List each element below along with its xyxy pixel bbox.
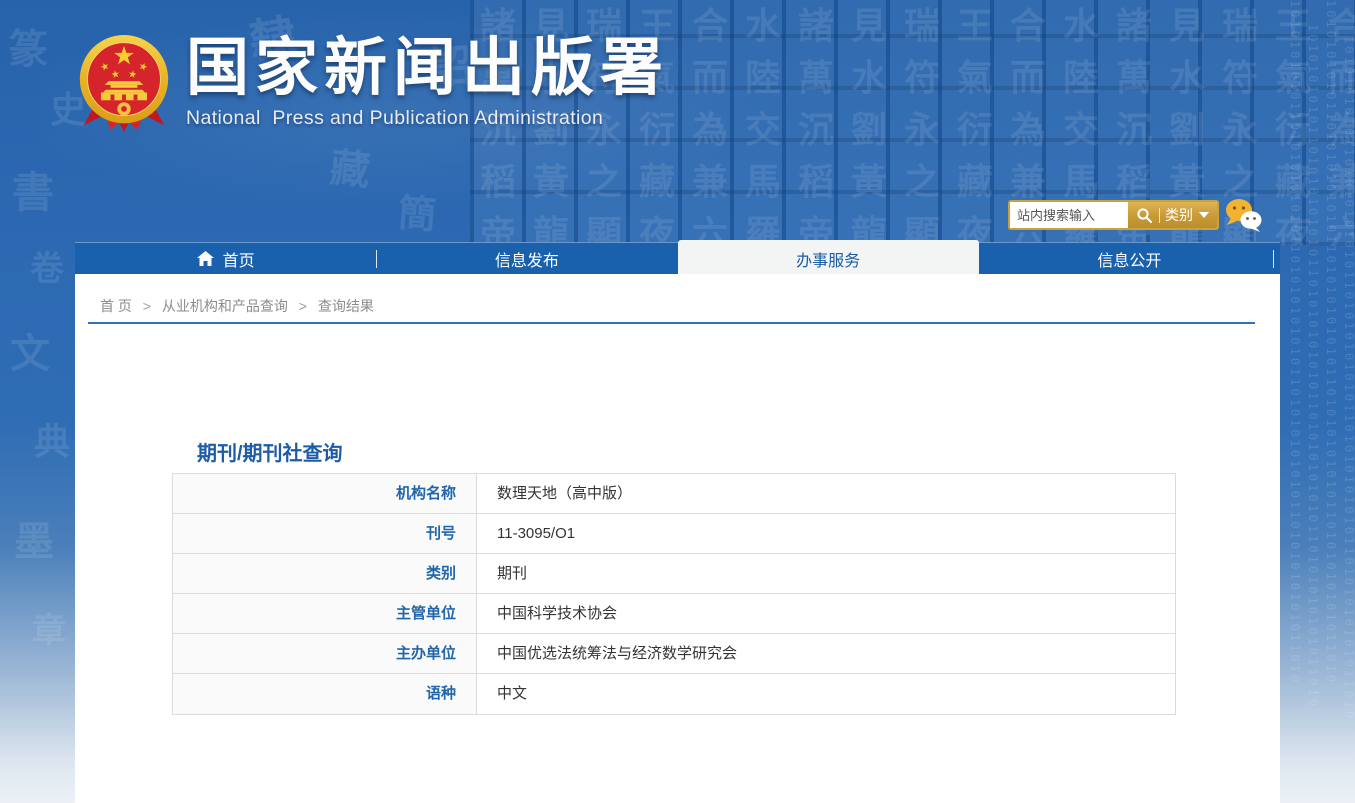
table-row: 语种 中文 [173,674,1175,714]
national-emblem-logo [79,35,169,132]
row-label: 机构名称 [173,474,477,513]
result-table: 机构名称 数理天地（高中版） 刊号 11-3095/O1 类别 期刊 主管单位 … [172,473,1176,715]
breadcrumb: 首 页 > 从业机构和产品查询 > 查询结果 [100,296,374,316]
seal-watermark-glyph: 簡 [396,192,438,238]
breadcrumb-home[interactable]: 首 页 [100,298,132,314]
search-controls: 类别 [1128,202,1217,228]
seal-watermark-glyph: 典 [34,421,71,462]
nav-divider [376,250,377,268]
brand-home-link[interactable]: 国家新闻出版署 National Press and Publication A… [76,30,669,136]
table-row: 类别 期刊 [173,554,1175,594]
breadcrumb-rule [88,322,1255,324]
row-label: 刊号 [173,514,477,553]
row-label: 类别 [173,554,477,593]
site-search: 类别 [1008,200,1219,230]
seal-watermark-glyph: 篆 [8,28,48,72]
nav-item-services[interactable]: 办事服务 [677,240,979,274]
seal-watermark-glyph: 文 [10,332,50,376]
search-input[interactable] [1010,202,1128,228]
home-icon [196,251,214,266]
search-button[interactable] [1132,207,1157,224]
row-value: 数理天地（高中版） [497,485,633,502]
category-label: 类别 [1165,207,1193,223]
seal-watermark-glyph: 書 [12,169,55,216]
seal-watermark-glyph: 墨 [14,520,54,564]
row-label: 主管单位 [173,594,477,633]
binary-watermark-column: 1010101010110101010101011010101010101101… [1288,0,1302,686]
binary-watermark-column: 1010101010110101010101011010101010101101… [1324,0,1338,686]
breadcrumb-query[interactable]: 从业机构和产品查询 [162,298,288,314]
nav-item-label: 首页 [222,252,255,270]
page-title: 期刊/期刊社查询 [197,442,343,465]
nav-divider [1273,250,1274,268]
wechat-icon[interactable] [1224,197,1264,233]
table-row: 刊号 11-3095/O1 [173,514,1175,554]
table-row: 主管单位 中国科学技术协会 [173,594,1175,634]
table-row: 主办单位 中国优选法统筹法与经济数学研究会 [173,634,1175,674]
nav-item-news[interactable]: 信息发布 [376,243,677,274]
search-icon [1137,207,1152,223]
binary-watermark-column: 1010101010110101010101011010101010101101… [1306,24,1320,710]
seal-watermark-glyph: 章 [32,612,66,650]
chevron-down-icon [1199,212,1209,218]
page: 諸見瑞王合水諸見瑞王合水諸見瑞王合水 萬水符氣而陸萬水符氣而陸萬水符氣而陸 沉劉… [0,0,1355,803]
content-panel: 首 页 > 从业机构和产品查询 > 查询结果 期刊/期刊社查询 机构名称 数理天… [75,274,1280,803]
site-title: 国家新闻出版署 [186,33,669,103]
nav-item-home[interactable]: 首页 [75,243,376,274]
row-value: 11-3095/O1 [497,525,576,542]
nav-item-label: 信息发布 [494,252,559,270]
brand-text: 国家新闻出版署 National Press and Publication A… [186,30,669,136]
row-label: 主办单位 [173,634,477,673]
breadcrumb-separator: > [142,298,151,314]
nav-item-disclosure[interactable]: 信息公开 [979,243,1280,274]
main-nav: 首页 信息发布 办事服务 信息公开 [75,240,1280,274]
binary-watermark-column: 1010101010110101010101011010101010101101… [1342,36,1355,722]
search-divider [1159,207,1160,223]
seal-tile-row: 稻黃之藏兼馬稻黃之藏兼馬稻黃之藏兼馬 [480,161,1355,202]
seal-watermark-glyph: 卷 [30,250,64,288]
nav-item-label: 办事服务 [796,252,861,270]
site-subtitle: National Press and Publication Administr… [186,107,604,130]
category-dropdown[interactable]: 类别 [1165,205,1209,225]
row-label: 语种 [173,674,477,714]
row-value: 期刊 [497,565,528,582]
seal-watermark-glyph: 藏 [327,146,373,194]
nav-item-label: 信息公开 [1097,252,1162,270]
row-value: 中国科学技术协会 [497,605,618,622]
breadcrumb-separator: > [298,298,307,314]
row-value: 中国优选法统筹法与经济数学研究会 [497,645,738,662]
breadcrumb-result: 查询结果 [317,298,374,314]
table-row: 机构名称 数理天地（高中版） [173,474,1175,514]
row-value: 中文 [497,685,528,702]
